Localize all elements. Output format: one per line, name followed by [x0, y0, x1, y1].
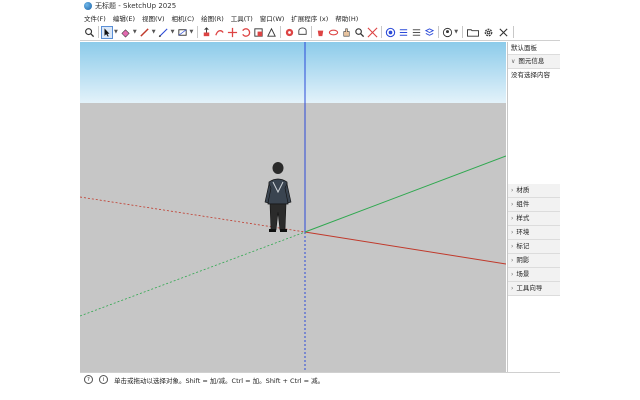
- text-icon[interactable]: [296, 26, 308, 39]
- no-selection-text: 没有选择内容: [511, 71, 550, 79]
- menu-extensions[interactable]: 扩展程序 (x): [291, 13, 328, 23]
- tray-panel-label: 标记: [516, 242, 530, 250]
- menu-file[interactable]: 文件(F): [84, 13, 106, 23]
- offset-icon[interactable]: [265, 26, 277, 39]
- close-icon[interactable]: [497, 26, 510, 39]
- settings-icon[interactable]: [481, 26, 496, 39]
- move-icon[interactable]: [226, 26, 238, 39]
- menu-view[interactable]: 视图(V): [142, 13, 165, 23]
- toolbar-separator: [311, 26, 313, 38]
- window-title: 无标题 - SketchUp 2025: [95, 2, 177, 10]
- chevron-down-icon[interactable]: ▼: [189, 29, 193, 35]
- title-bar: 无标题 - SketchUp 2025: [80, 0, 560, 12]
- chevron-right-icon: ›: [511, 229, 514, 236]
- menu-window[interactable]: 窗口(W): [260, 13, 285, 23]
- eraser-icon[interactable]: [120, 26, 132, 39]
- tray-panel-instructor[interactable]: › 工具向导: [508, 282, 560, 296]
- zoom-icon[interactable]: [353, 26, 365, 39]
- default-tray: 默认面板 ∨ 图元信息 没有选择内容 › 材质 › 组件 › 样式 › 环境 › 标记 › 阴…: [507, 42, 560, 372]
- chevron-down-icon[interactable]: ▼: [114, 29, 118, 35]
- info-icon[interactable]: i: [99, 375, 108, 384]
- zoom-extents-icon[interactable]: [366, 26, 378, 39]
- tray-panel-label: 阴影: [516, 256, 530, 264]
- tray-panel-label: 样式: [516, 214, 530, 222]
- tray-panel-tags[interactable]: › 标记: [508, 240, 560, 254]
- geolocation-icon[interactable]: ?: [84, 375, 93, 384]
- select-arrow-icon[interactable]: [101, 25, 113, 39]
- sky: [80, 42, 506, 103]
- chevron-right-icon: ›: [511, 201, 514, 208]
- account-icon[interactable]: [441, 26, 453, 39]
- toolbar-separator: [462, 26, 464, 38]
- menu-bar: 文件(F) 编辑(E) 视图(V) 相机(C) 绘图(R) 工具(T) 窗口(W…: [80, 12, 560, 24]
- rectangle-icon[interactable]: [176, 26, 188, 39]
- tray-panel-scenes[interactable]: › 场景: [508, 268, 560, 282]
- pan-icon[interactable]: [340, 26, 352, 39]
- tray-panel-label: 场景: [516, 270, 530, 278]
- menu-draw[interactable]: 绘图(R): [201, 13, 224, 23]
- tray-panel-shadows[interactable]: › 阴影: [508, 254, 560, 268]
- tray-panel-components[interactable]: › 组件: [508, 198, 560, 212]
- tray-panel-label: 材质: [516, 186, 530, 194]
- pencil-icon[interactable]: [139, 26, 151, 39]
- menu-tools[interactable]: 工具(T): [231, 13, 253, 23]
- sketchup-logo-icon: [84, 2, 92, 10]
- orbit-icon[interactable]: [327, 26, 339, 39]
- tray-panel-label: 环境: [516, 228, 530, 236]
- chevron-down-icon[interactable]: ▼: [133, 29, 137, 35]
- toolbar-separator: [98, 26, 99, 38]
- sketchup-window: 无标题 - SketchUp 2025 文件(F) 编辑(E) 视图(V) 相机…: [80, 0, 560, 400]
- chevron-down-icon[interactable]: ▼: [171, 29, 175, 35]
- tray-panel-list: › 材质 › 组件 › 样式 › 环境 › 标记 › 阴影 › 场景 › 工具向导: [508, 184, 560, 296]
- chevron-right-icon: ›: [511, 187, 514, 194]
- toolbar-separator: [513, 26, 515, 38]
- layers-icon[interactable]: [423, 26, 435, 39]
- follow-me-icon[interactable]: [213, 26, 225, 39]
- toolbar-separator: [381, 26, 383, 38]
- entity-info-label: 图元信息: [518, 57, 545, 65]
- menu-camera[interactable]: 相机(C): [172, 13, 195, 23]
- chevron-down-icon[interactable]: ▼: [454, 29, 458, 35]
- chevron-down-icon[interactable]: ▼: [152, 29, 156, 35]
- chevron-right-icon: ›: [511, 271, 514, 278]
- warehouse-icon[interactable]: [384, 26, 396, 39]
- search-icon[interactable]: [83, 26, 95, 39]
- entity-info-header[interactable]: ∨ 图元信息: [508, 55, 560, 69]
- ground: [80, 103, 506, 372]
- chevron-right-icon: ›: [511, 257, 514, 264]
- menu-edit[interactable]: 编辑(E): [113, 13, 135, 23]
- menu-help[interactable]: 帮助(H): [335, 13, 358, 23]
- status-bar: ? i 单击或拖动以选择对象。Shift = 加/减。Ctrl = 加。Shif…: [80, 372, 560, 386]
- tray-panel-materials[interactable]: › 材质: [508, 184, 560, 198]
- push-pull-icon[interactable]: [200, 26, 212, 39]
- main-toolbar: ▼ ▼ ▼ ▼ ▼ ▼: [80, 24, 560, 41]
- scale-icon[interactable]: [252, 26, 264, 39]
- viewport-canvas[interactable]: [80, 42, 506, 372]
- components-icon[interactable]: [410, 26, 422, 39]
- modeling-viewport[interactable]: [80, 42, 506, 372]
- folder-icon[interactable]: [465, 26, 480, 39]
- toolbar-separator: [438, 26, 440, 38]
- chevron-right-icon: ›: [511, 243, 514, 250]
- extension-icon[interactable]: [397, 26, 409, 39]
- line-icon[interactable]: [158, 26, 170, 39]
- chevron-right-icon: ›: [511, 285, 514, 292]
- tray-panel-label: 工具向导: [516, 284, 543, 292]
- toolbar-separator: [197, 26, 199, 38]
- tray-panel-label: 组件: [516, 200, 530, 208]
- status-hint: 单击或拖动以选择对象。Shift = 加/减。Ctrl = 加。Shift + …: [114, 376, 325, 385]
- tape-measure-icon[interactable]: [283, 26, 295, 39]
- chevron-right-icon: ›: [511, 215, 514, 222]
- chevron-down-icon: ∨: [511, 58, 516, 65]
- tray-title: 默认面板: [508, 42, 560, 55]
- tray-panel-styles[interactable]: › 样式: [508, 212, 560, 226]
- tray-panel-environment[interactable]: › 环境: [508, 226, 560, 240]
- toolbar-separator: [280, 26, 282, 38]
- rotate-icon[interactable]: [239, 26, 251, 39]
- paint-bucket-icon[interactable]: [314, 26, 326, 39]
